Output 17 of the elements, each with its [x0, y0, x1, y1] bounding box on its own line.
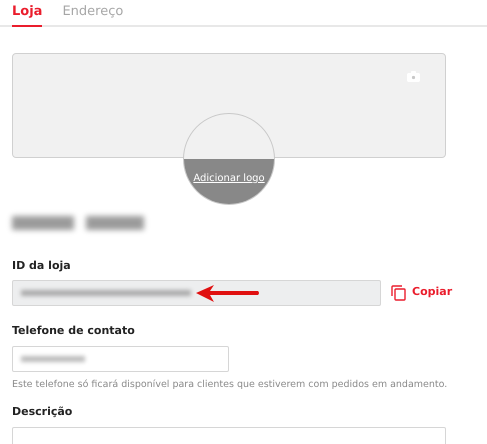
redacted-text — [21, 356, 85, 362]
helper-text: Este telefone só ficará disponível para clientes que estiverem com pedidos em andamento. — [12, 378, 448, 392]
store-id-field[interactable] — [12, 280, 381, 306]
field-label: ID da loja — [12, 258, 72, 274]
add-logo-button[interactable]: Adicionar logo — [184, 159, 274, 204]
copy-icon — [391, 284, 406, 300]
tab[interactable]: Loja — [12, 2, 42, 27]
phone-field[interactable] — [12, 346, 229, 372]
copy-button[interactable]: Copiar — [391, 284, 452, 301]
redacted-text — [86, 216, 144, 230]
field-label: Descrição — [12, 404, 74, 420]
cover-image-area[interactable] — [12, 53, 446, 158]
camera-icon[interactable] — [407, 71, 420, 82]
redacted-text — [12, 216, 74, 230]
field-label: Telefone de contato — [12, 322, 136, 338]
tab[interactable]: Endereço — [62, 2, 124, 27]
arrow-drawing — [196, 284, 260, 304]
